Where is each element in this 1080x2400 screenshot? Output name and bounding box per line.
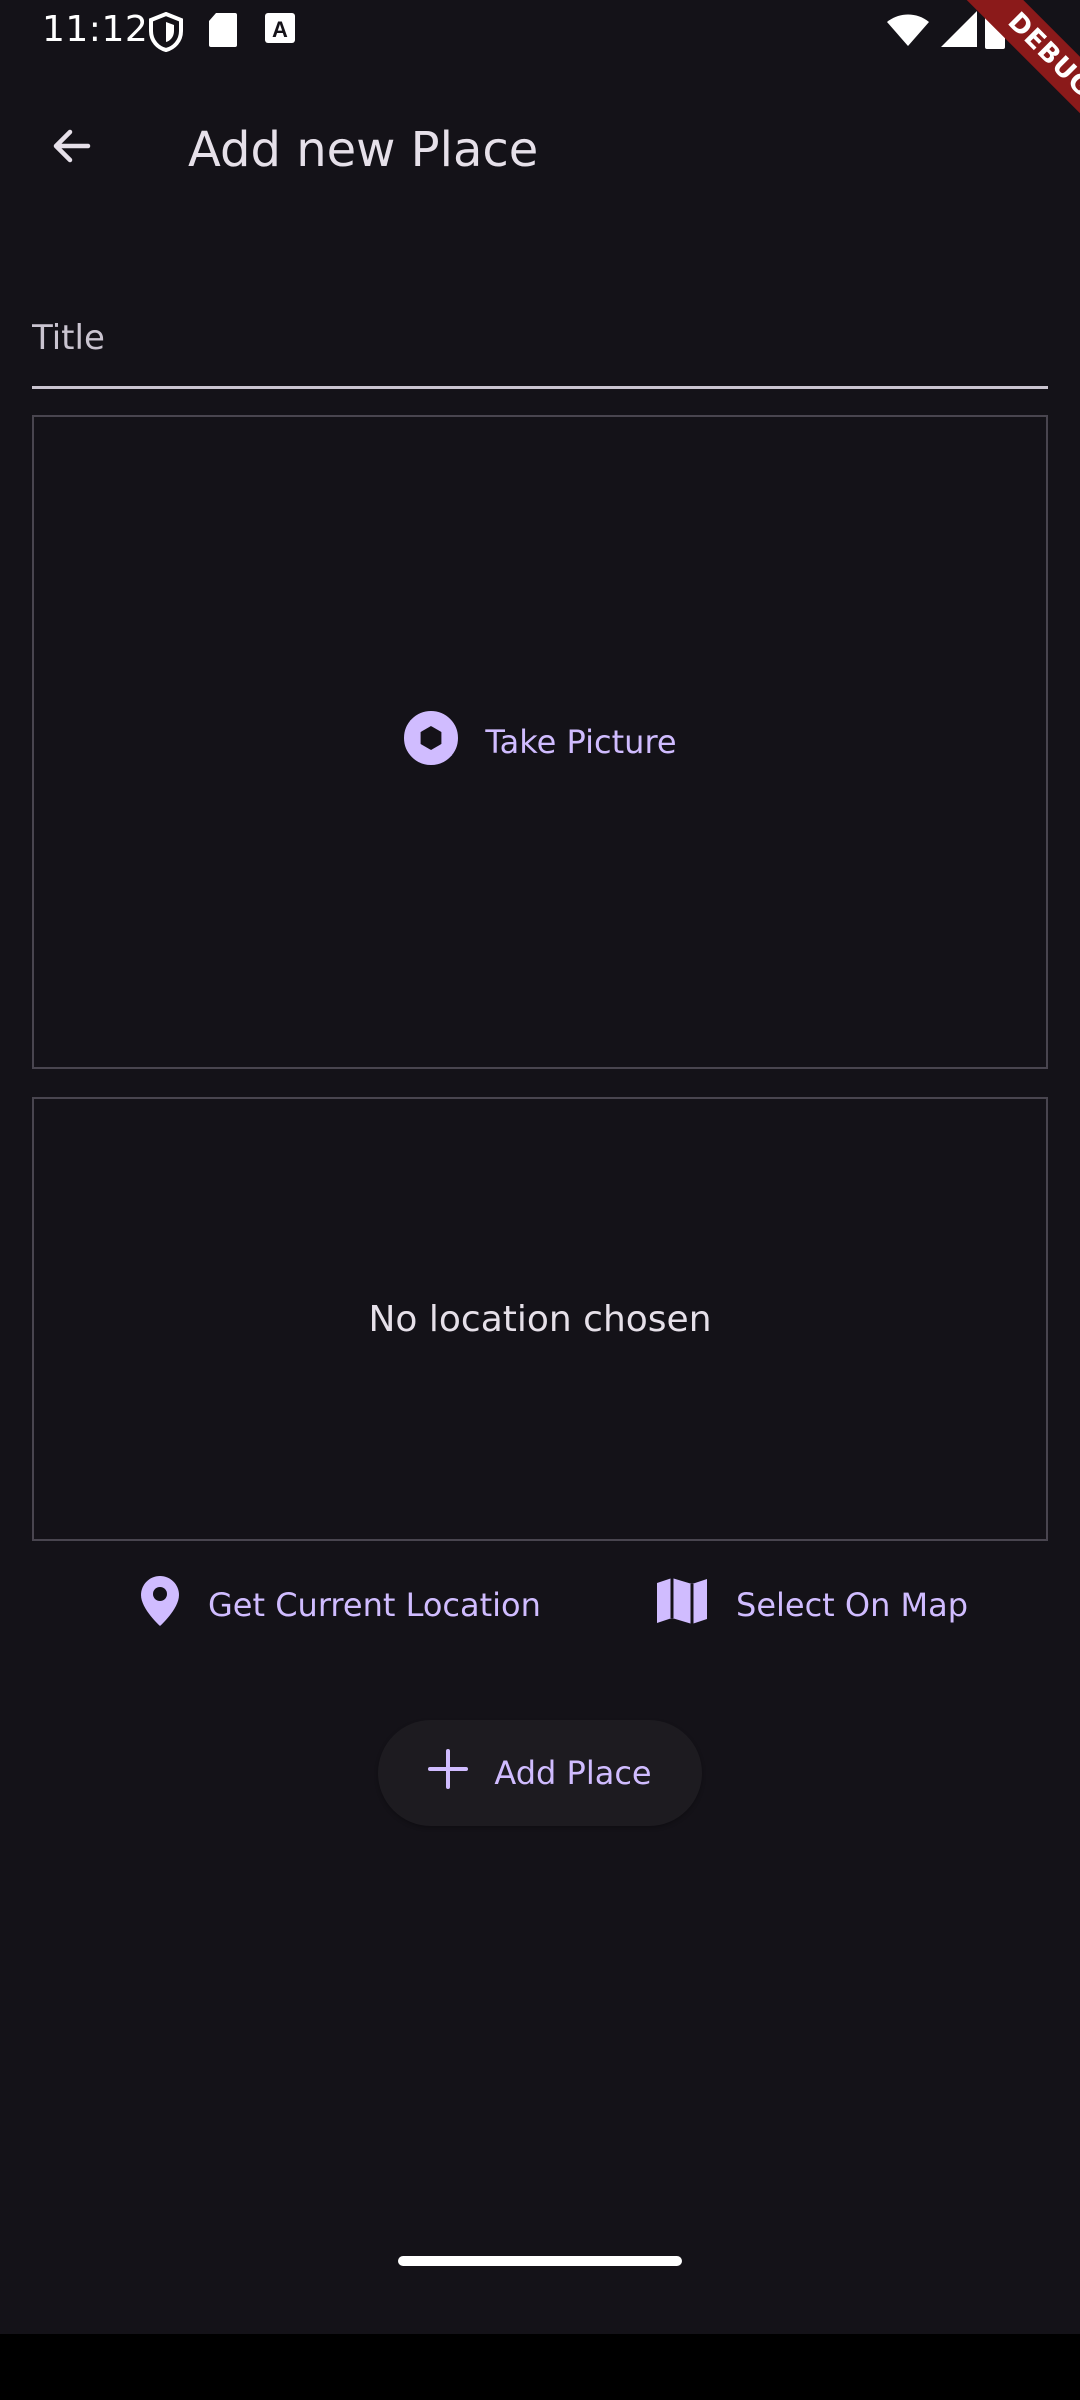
image-preview-box: Take Picture xyxy=(32,415,1048,1069)
location-preview-box: No location chosen xyxy=(32,1097,1048,1541)
get-current-location-button[interactable]: Get Current Location xyxy=(140,1570,541,1640)
font-a-icon: A xyxy=(264,12,296,48)
back-button[interactable] xyxy=(30,106,114,190)
map-icon xyxy=(656,1577,708,1633)
take-picture-button[interactable]: Take Picture xyxy=(403,710,677,774)
location-actions: Get Current Location Select On Map xyxy=(0,1570,1080,1640)
add-place-label: Add Place xyxy=(494,1754,652,1792)
arrow-left-icon xyxy=(48,122,96,174)
camera-shutter-icon xyxy=(403,710,459,774)
add-place-button[interactable]: Add Place xyxy=(378,1720,702,1826)
select-on-map-button[interactable]: Select On Map xyxy=(656,1570,968,1640)
plus-icon xyxy=(428,1749,469,1797)
title-input[interactable] xyxy=(32,270,1048,386)
gesture-handle[interactable] xyxy=(398,2251,682,2270)
app-bar: Add new Place xyxy=(0,62,1080,212)
status-time: 11:12 xyxy=(42,9,149,50)
status-bar: 11:12 A xyxy=(0,0,1080,62)
select-on-map-label: Select On Map xyxy=(736,1586,969,1624)
svg-text:A: A xyxy=(272,17,288,42)
title-field[interactable] xyxy=(32,270,1048,389)
sd-card-icon xyxy=(208,12,238,52)
shield-icon xyxy=(148,11,184,56)
gesture-nav-area xyxy=(0,2334,1080,2400)
location-pin-icon xyxy=(140,1575,180,1635)
get-current-location-label: Get Current Location xyxy=(208,1586,541,1624)
take-picture-label: Take Picture xyxy=(485,723,677,761)
page-title: Add new Place xyxy=(188,122,539,178)
location-status-text: No location chosen xyxy=(368,1298,712,1340)
